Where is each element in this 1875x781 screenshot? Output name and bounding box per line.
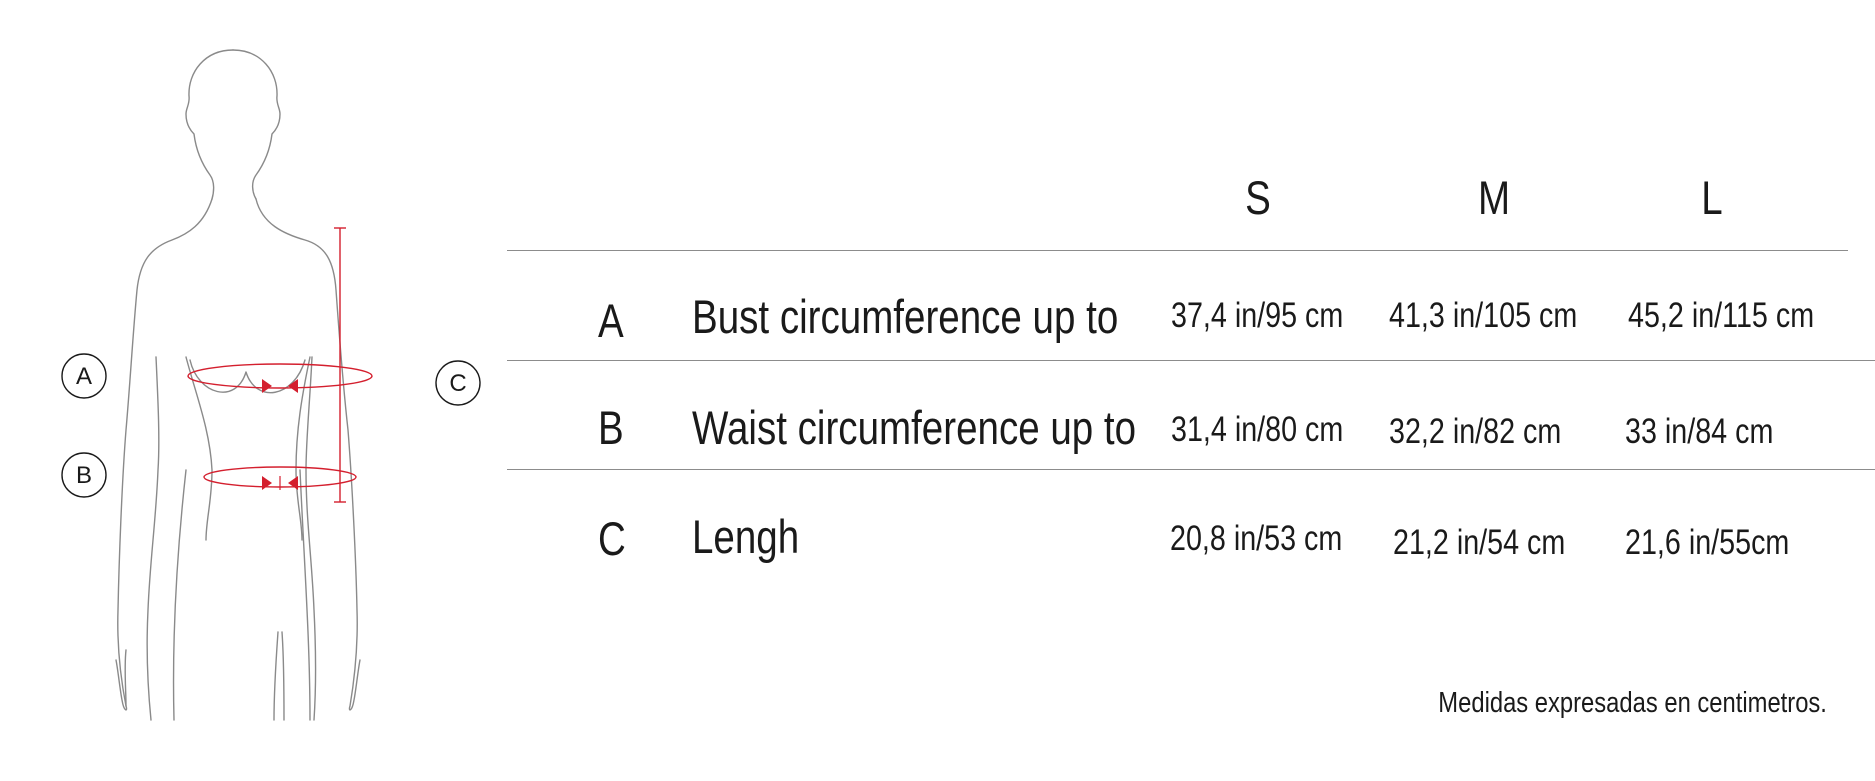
figure-legs <box>172 469 311 721</box>
figure-head-right <box>232 49 281 200</box>
size-header-l: L <box>1701 171 1723 224</box>
row-value-l: 33 in/84 cm <box>1625 412 1774 451</box>
marker-b-label: B <box>76 462 92 489</box>
row-value-m: 32,2 in/82 cm <box>1389 412 1562 451</box>
waist-arrow-right <box>288 476 298 490</box>
body-measurement-diagram: A B C <box>0 0 500 781</box>
row-value-l: 45,2 in/115 cm <box>1628 296 1815 335</box>
row-value-s: 37,4 in/95 cm <box>1171 296 1344 335</box>
row-value-s: 20,8 in/53 cm <box>1170 519 1343 558</box>
waist-arrow-left <box>262 476 272 490</box>
figure-head <box>185 49 234 200</box>
row-label: Waist circumference up to <box>692 401 1137 454</box>
figure-left-arm-inner <box>146 356 160 721</box>
table-row-rule <box>507 360 1875 361</box>
row-value-m: 41,3 in/105 cm <box>1389 296 1578 335</box>
row-label: Lengh <box>692 510 800 563</box>
table-header-rule <box>507 250 1848 251</box>
row-letter: A <box>598 294 624 347</box>
figure-legs-inner <box>273 631 285 721</box>
table-row-rule <box>507 469 1875 470</box>
row-value-l: 21,6 in/55cm <box>1625 523 1790 562</box>
figure-left-hand <box>124 649 127 707</box>
row-value-m: 21,2 in/54 cm <box>1393 523 1566 562</box>
row-letter: B <box>598 401 624 454</box>
figure-torso-left <box>185 356 213 541</box>
figure-left-side <box>115 198 213 711</box>
marker-a-label: A <box>76 363 92 390</box>
marker-c-label: C <box>449 370 466 397</box>
bust-measure-ellipse <box>187 363 373 389</box>
size-header-s: S <box>1245 171 1271 224</box>
size-header-m: M <box>1477 171 1511 224</box>
row-letter: C <box>598 512 626 565</box>
footnote: Medidas expresadas en centimetros. <box>1438 687 1827 719</box>
bust-arrow-left <box>262 379 272 393</box>
figure-right-arm-inner <box>305 356 317 721</box>
row-label: Bust circumference up to <box>692 290 1119 343</box>
row-value-s: 31,4 in/80 cm <box>1171 410 1344 449</box>
